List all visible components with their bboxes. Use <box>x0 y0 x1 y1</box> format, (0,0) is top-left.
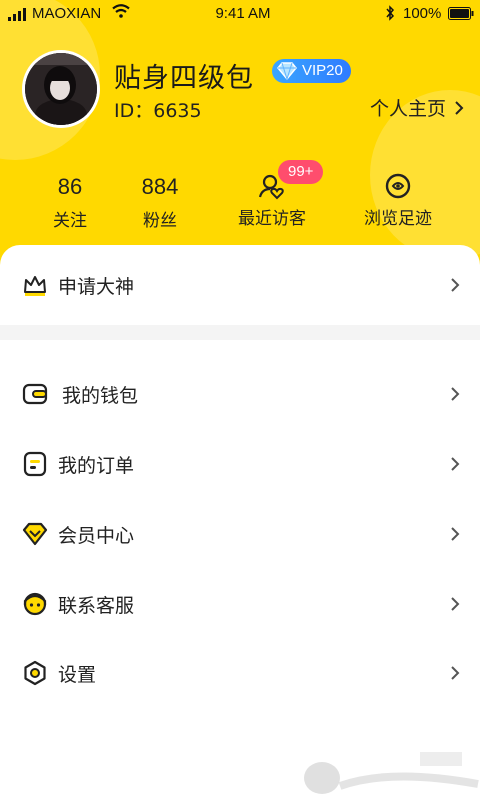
menu-orders[interactable]: 我的订单 <box>0 434 480 494</box>
order-list-icon <box>23 451 47 477</box>
profile-home-label: 个人主页 <box>369 98 446 120</box>
battery-percent: 100% <box>403 5 442 22</box>
chevron-right-icon <box>451 457 460 471</box>
wallet-icon <box>22 383 48 405</box>
crown-icon <box>24 276 46 296</box>
stat-fans[interactable]: 884 粉丝 <box>130 172 190 231</box>
diamond-icon <box>277 62 297 81</box>
stat-fans-count: 884 <box>141 174 179 199</box>
menu-apply-master[interactable]: 申请大神 <box>0 255 480 315</box>
settings-icon <box>24 660 46 686</box>
menu-settings-label: 设置 <box>58 663 97 686</box>
avatar[interactable] <box>22 50 100 128</box>
user-id: ID：6635 <box>114 100 202 122</box>
vip-diamond-icon <box>22 522 48 546</box>
menu-vip-center[interactable]: 会员中心 <box>0 504 480 564</box>
footprint-icon <box>385 173 411 199</box>
stat-following-count: 86 <box>57 174 83 199</box>
chevron-right-icon <box>451 387 460 401</box>
battery-icon <box>448 7 474 20</box>
menu-vip-center-label: 会员中心 <box>58 524 135 547</box>
stat-visitors-label: 最近访客 <box>238 209 306 229</box>
section-divider <box>0 325 480 340</box>
stat-history[interactable]: 浏览足迹 <box>358 172 438 229</box>
stat-following[interactable]: 86 关注 <box>40 172 100 231</box>
menu-customer-service[interactable]: 联系客服 <box>0 574 480 634</box>
bluetooth-icon <box>386 5 395 21</box>
menu-customer-service-label: 联系客服 <box>58 594 135 617</box>
stat-following-label: 关注 <box>53 211 87 231</box>
chevron-right-icon <box>451 527 460 541</box>
chevron-right-icon <box>451 278 460 292</box>
status-bar: MAOXIAN 9:41 AM 100% <box>0 0 480 28</box>
menu-apply-master-label: 申请大神 <box>58 275 135 298</box>
vip-level: VIP20 <box>302 62 343 79</box>
headset-icon <box>23 592 47 616</box>
menu-wallet-label: 我的钱包 <box>62 384 139 407</box>
menu-orders-label: 我的订单 <box>58 454 135 477</box>
username: 贴身四级包 <box>114 63 254 94</box>
menu-settings[interactable]: 设置 <box>0 643 480 703</box>
stats-bar: 86 关注 884 粉丝 最近访客 浏览足迹 <box>0 172 480 232</box>
chevron-right-icon <box>455 100 464 115</box>
stat-fans-label: 粉丝 <box>143 211 177 231</box>
avatar-photo <box>25 53 97 125</box>
stat-history-label: 浏览足迹 <box>364 209 432 229</box>
site-watermark-logo <box>304 752 479 794</box>
vip-badge[interactable]: VIP20 <box>272 59 351 83</box>
chevron-right-icon <box>451 666 460 680</box>
visitor-count-badge: 99+ <box>278 160 324 184</box>
profile-home-link[interactable]: 个人主页 <box>370 94 464 121</box>
menu-wallet[interactable]: 我的钱包 <box>0 364 480 424</box>
chevron-right-icon <box>451 597 460 611</box>
